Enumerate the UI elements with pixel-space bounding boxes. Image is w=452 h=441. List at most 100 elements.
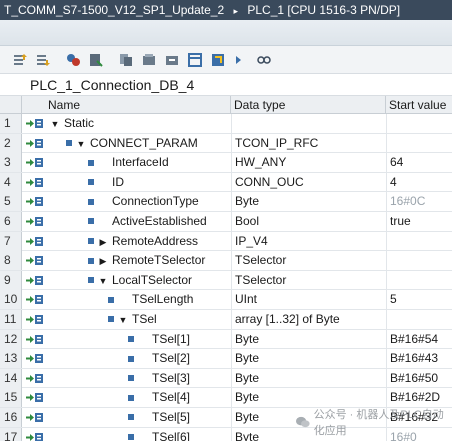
- name-cell[interactable]: TSel[2]: [50, 349, 230, 368]
- member-bullet-icon: [128, 433, 134, 440]
- table-row[interactable]: 4 ID CONN_OUC 4: [0, 172, 452, 193]
- datatype-cell[interactable]: HW_ANY: [231, 153, 385, 173]
- name-cell[interactable]: ▼ CONNECT_PARAM: [50, 134, 230, 153]
- datatype-cell[interactable]: IP_V4: [231, 231, 385, 251]
- datatype-cell[interactable]: TCON_IP_RFC: [231, 133, 385, 153]
- startvalue-cell[interactable]: B#16#2D: [386, 388, 452, 408]
- name-cell[interactable]: ▶ RemoteAddress: [50, 232, 230, 251]
- name-cell[interactable]: ConnectionType: [50, 192, 230, 211]
- startvalue-cell[interactable]: B#16#54: [386, 329, 452, 349]
- header-datatype[interactable]: Data type: [231, 96, 386, 114]
- initialize-icon[interactable]: [162, 50, 182, 70]
- table-row[interactable]: 12 TSel[1] Byte B#16#54: [0, 329, 452, 350]
- member-bullet-icon: [88, 257, 94, 264]
- table-row[interactable]: 11 ▼ TSel array [1..32] of Byte: [0, 310, 452, 330]
- table-row[interactable]: 5 ConnectionType Byte 16#0C: [0, 192, 452, 212]
- name-cell[interactable]: ▼ TSel: [50, 310, 230, 329]
- datatype-cell[interactable]: Byte: [231, 388, 385, 408]
- expand-arrow-icon[interactable]: ▶: [98, 252, 108, 270]
- name-cell[interactable]: TSel[4]: [50, 388, 230, 407]
- name-cell[interactable]: TSel[3]: [50, 369, 230, 388]
- variable-name: InterfaceId: [112, 155, 169, 170]
- startvalue-cell[interactable]: 64: [386, 153, 452, 173]
- datatype-cell[interactable]: Bool: [231, 212, 385, 231]
- load-start-values-icon[interactable]: [139, 50, 159, 70]
- table-row[interactable]: 7 ▶ RemoteAddress IP_V4: [0, 231, 452, 252]
- variable-name: TSel[3]: [152, 370, 191, 385]
- copy-snapshot-icon[interactable]: [116, 50, 136, 70]
- table-row[interactable]: 6 ActiveEstablished Bool true: [0, 212, 452, 232]
- table-row[interactable]: 13 TSel[2] Byte B#16#43: [0, 349, 452, 369]
- project-name[interactable]: T_COMM_S7-1500_V12_SP1_Update_2: [4, 3, 224, 17]
- datatype-cell[interactable]: TSelector: [231, 270, 385, 290]
- datatype-cell[interactable]: [231, 114, 385, 133]
- collapse-arrow-icon[interactable]: ▼: [98, 272, 108, 290]
- name-cell[interactable]: ▶ RemoteTSelector: [50, 251, 230, 270]
- datatype-cell[interactable]: CONN_OUC: [231, 172, 385, 192]
- header-name[interactable]: Name: [22, 96, 231, 114]
- variable-name: TSel[2]: [152, 351, 191, 366]
- startvalue-cell[interactable]: 16#0C: [386, 192, 452, 212]
- startvalue-cell[interactable]: [386, 114, 452, 133]
- startvalue-cell[interactable]: 5: [386, 290, 452, 310]
- row-number: 1: [0, 114, 22, 133]
- variable-name: ID: [112, 174, 124, 189]
- collapse-arrow-icon[interactable]: ▼: [76, 135, 86, 153]
- add-row-icon[interactable]: [33, 50, 53, 70]
- member-bullet-icon: [88, 277, 94, 284]
- member-bullet-icon: [128, 414, 134, 421]
- header-startvalue[interactable]: Start value: [386, 96, 452, 114]
- table-row[interactable]: 8 ▶ RemoteTSelector TSelector: [0, 251, 452, 271]
- startvalue-cell[interactable]: B#16#43: [386, 349, 452, 369]
- row-number: 5: [0, 192, 22, 212]
- startvalue-cell[interactable]: 4: [386, 172, 452, 192]
- table-row[interactable]: 2 ▼ CONNECT_PARAM TCON_IP_RFC: [0, 133, 452, 154]
- table-row[interactable]: 14 TSel[3] Byte B#16#50: [0, 368, 452, 389]
- name-cell[interactable]: InterfaceId: [50, 153, 230, 172]
- table-row[interactable]: 1 ▼ Static: [0, 114, 452, 134]
- startvalue-cell[interactable]: [386, 310, 452, 329]
- name-cell[interactable]: TSel[1]: [50, 330, 230, 349]
- startvalue-cell[interactable]: true: [386, 212, 452, 231]
- name-cell[interactable]: TSel[5]: [50, 408, 230, 427]
- name-cell[interactable]: ID: [50, 173, 230, 192]
- datatype-cell[interactable]: Byte: [231, 329, 385, 349]
- member-bullet-icon: [88, 237, 94, 244]
- datatype-cell[interactable]: TSelector: [231, 251, 385, 271]
- table-row[interactable]: 3 InterfaceId HW_ANY 64: [0, 153, 452, 173]
- snapshot-icon[interactable]: [86, 50, 106, 70]
- variable-icon: [24, 232, 48, 251]
- startvalue-cell[interactable]: [386, 251, 452, 271]
- startvalue-cell[interactable]: [386, 270, 452, 290]
- row-number: 14: [0, 368, 22, 388]
- name-cell[interactable]: ▼ Static: [50, 114, 230, 133]
- name-cell[interactable]: TSelLength: [50, 290, 230, 309]
- name-cell[interactable]: ActiveEstablished: [50, 212, 230, 231]
- variable-name: ConnectionType: [112, 194, 199, 209]
- datatype-cell[interactable]: array [1..32] of Byte: [231, 310, 385, 329]
- startvalue-cell[interactable]: B#16#50: [386, 368, 452, 388]
- collapse-arrow-icon[interactable]: ▼: [50, 115, 60, 133]
- name-cell[interactable]: TSel[6]: [50, 428, 230, 441]
- startvalue-cell[interactable]: [386, 231, 452, 251]
- settings-icon[interactable]: [231, 50, 251, 70]
- monitor-icon[interactable]: [185, 50, 205, 70]
- variable-name: Static: [64, 116, 95, 130]
- variable-icon: [24, 153, 48, 172]
- expand-icon[interactable]: [208, 50, 228, 70]
- keep-values-icon[interactable]: [63, 50, 83, 70]
- table-row[interactable]: 9 ▼ LocalTSelector TSelector: [0, 270, 452, 291]
- collapse-arrow-icon[interactable]: ▼: [118, 311, 128, 329]
- device-name[interactable]: PLC_1 [CPU 1516-3 PN/DP]: [247, 3, 400, 17]
- datatype-cell[interactable]: UInt: [231, 290, 385, 310]
- name-cell[interactable]: ▼ LocalTSelector: [50, 271, 230, 290]
- startvalue-cell[interactable]: [386, 133, 452, 153]
- table-row[interactable]: 10 TSelLength UInt 5: [0, 290, 452, 310]
- insert-row-icon[interactable]: [10, 50, 30, 70]
- glasses-icon[interactable]: [254, 50, 274, 70]
- expand-arrow-icon[interactable]: ▶: [98, 233, 108, 251]
- datatype-cell[interactable]: Byte: [231, 192, 385, 212]
- row-number: 8: [0, 251, 22, 271]
- datatype-cell[interactable]: Byte: [231, 349, 385, 369]
- datatype-cell[interactable]: Byte: [231, 368, 385, 388]
